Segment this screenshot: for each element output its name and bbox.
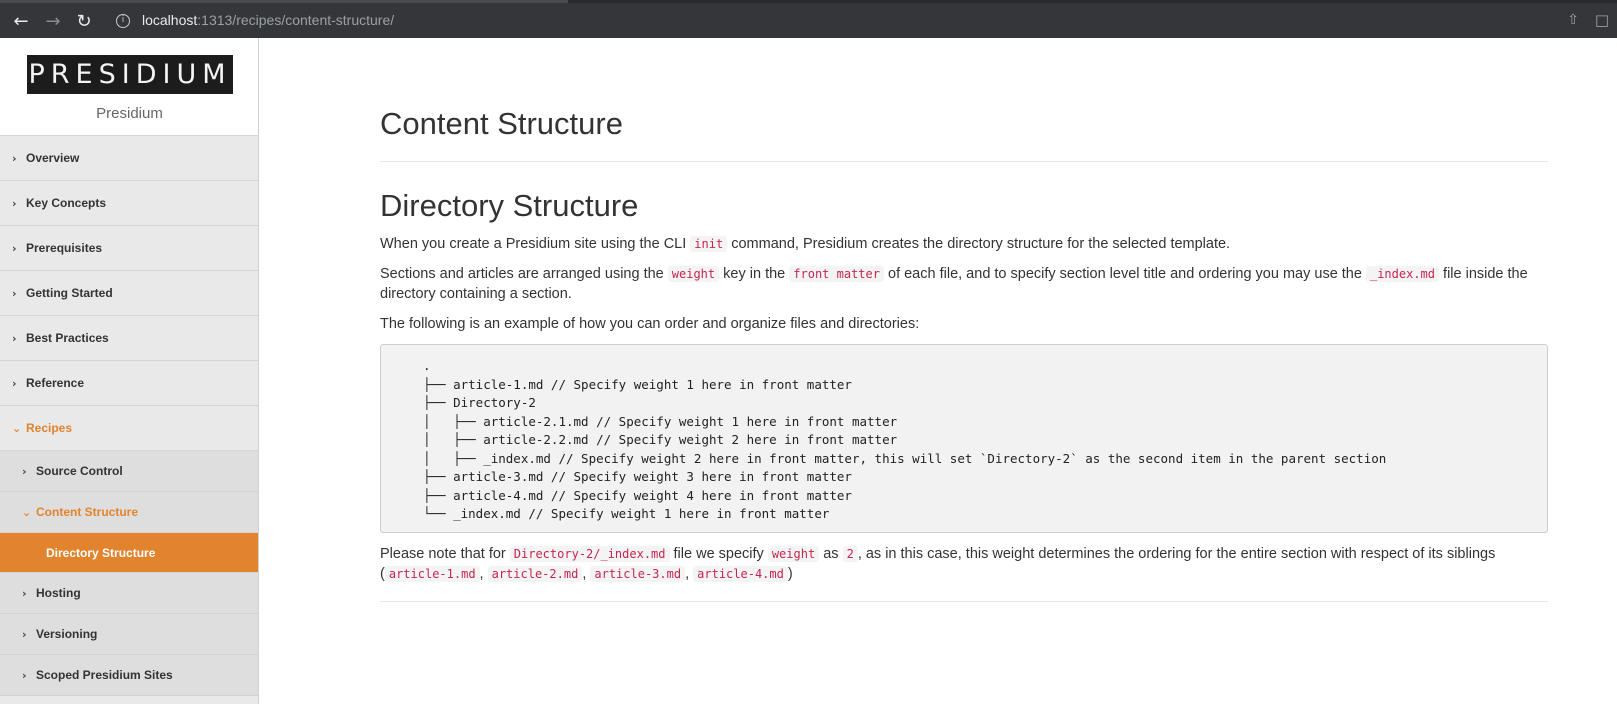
code-line: . <box>423 358 431 373</box>
tab-strip <box>0 0 568 3</box>
inline-code: article-3.md <box>590 566 686 582</box>
text: command, Presidium creates the directory… <box>731 236 1231 252</box>
page-title: Content Structure <box>380 106 623 141</box>
reload-icon[interactable]: ↻ <box>72 10 96 34</box>
presidium-logo[interactable]: PRESIDIUM <box>27 55 233 94</box>
inline-code: article-1.md <box>384 566 480 582</box>
sidebar-item-label: Reference <box>26 376 85 390</box>
sidebar-subitem-content-structure[interactable]: ⌄ Content Structure <box>0 492 258 533</box>
code-line: ├── article-3.md // Specify weight 3 her… <box>423 469 852 484</box>
sidebar: PRESIDIUM Presidium › Overview › Key Conce… <box>0 38 259 704</box>
share-icon[interactable]: ⇧ <box>1567 12 1579 28</box>
code-line: ├── article-1.md // Specify weight 1 her… <box>423 376 852 392</box>
sidebar-item-label: Best Practices <box>26 331 109 345</box>
inline-code: _index.md <box>1365 266 1440 282</box>
sidebar-item-label: Hosting <box>36 586 81 600</box>
sidebar-item-overview[interactable]: › Overview <box>0 136 258 181</box>
forward-icon[interactable]: → <box>41 10 65 34</box>
sidebar-item-label: Key Concepts <box>26 196 107 210</box>
inline-code: init <box>690 236 728 252</box>
text: file we specify <box>673 546 764 562</box>
url-host: localhost <box>142 12 198 28</box>
address-bar[interactable]: localhost:1313/recipes/content-structure… <box>142 12 394 28</box>
paragraph-weight: Sections and articles are arranged using… <box>380 264 1548 304</box>
code-line: └── _index.md // Specify weight 1 here i… <box>423 506 830 521</box>
text: ) <box>787 566 793 582</box>
sidebar-item-label: Source Control <box>36 464 123 478</box>
code-line: ├── Directory-2 <box>423 395 536 410</box>
inline-code: article-2.md <box>487 566 583 582</box>
inline-code: 2 <box>842 546 858 562</box>
sidebar-item-label: Prerequisites <box>26 241 103 255</box>
divider <box>380 601 1548 602</box>
text: key in the <box>723 266 786 282</box>
sidebar-item-label: Content Structure <box>36 505 138 519</box>
sidebar-subitem-source-control[interactable]: › Source Control <box>0 451 258 492</box>
chevron-right-icon: › <box>12 377 17 390</box>
inline-code: weight <box>667 266 720 282</box>
chevron-right-icon: › <box>12 152 17 165</box>
chevron-right-icon: › <box>12 287 17 300</box>
sidebar-item-label: Directory Structure <box>46 546 156 560</box>
text: , <box>582 566 587 582</box>
chevron-down-icon: ⌄ <box>22 506 32 519</box>
text: When you create a Presidium site using t… <box>380 236 687 252</box>
site-name[interactable]: Presidium <box>0 105 258 122</box>
paragraph-example-intro: The following is an example of how you c… <box>380 316 920 332</box>
sidebar-subitem-hosting[interactable]: › Hosting <box>0 573 258 614</box>
chevron-right-icon: › <box>22 587 27 600</box>
sidebar-subitem-versioning[interactable]: › Versioning <box>0 614 258 655</box>
sidebar-subitem-scoped-presidium-sites[interactable]: › Scoped Presidium Sites <box>0 655 258 696</box>
inline-code: article-4.md <box>693 566 788 582</box>
sidebar-item-recipes[interactable]: ⌄ Recipes <box>0 406 258 451</box>
url-path: :1313/recipes/content-structure/ <box>197 12 395 28</box>
inline-code: weight <box>767 546 820 562</box>
text: , <box>479 566 484 582</box>
chevron-right-icon: › <box>22 465 27 478</box>
text: Sections and articles are arranged using… <box>380 266 664 282</box>
text: of each file, and to specify section lev… <box>888 266 1362 282</box>
code-line: ├── article-4.md // Specify weight 4 her… <box>423 487 852 503</box>
extensions-icon[interactable]: □ <box>1595 11 1609 29</box>
code-block: . ├── article-1.md // Specify weight 1 h… <box>380 344 1548 533</box>
chevron-right-icon: › <box>12 242 17 255</box>
brand[interactable]: PRESIDIUM Presidium <box>0 38 258 136</box>
sidebar-leaf-directory-structure[interactable]: Directory Structure <box>0 533 258 573</box>
site-info-icon[interactable]: i <box>116 14 130 28</box>
chevron-right-icon: › <box>12 332 17 345</box>
paragraph-note: Please note that for Directory-2/_index.… <box>380 544 1548 584</box>
chevron-right-icon: › <box>12 197 17 210</box>
sidebar-item-key-concepts[interactable]: › Key Concepts <box>0 181 258 226</box>
sidebar-item-label: Versioning <box>36 627 98 641</box>
code-line: │ ├── article-2.2.md // Specify weight 2… <box>423 432 898 447</box>
inline-code: Directory-2/_index.md <box>509 546 670 562</box>
sidebar-item-best-practices[interactable]: › Best Practices <box>0 316 258 361</box>
sidebar-item-reference[interactable]: › Reference <box>0 361 258 406</box>
sidebar-item-prerequisites[interactable]: › Prerequisites <box>0 226 258 271</box>
inline-code: front matter <box>789 266 884 282</box>
sidebar-item-getting-started[interactable]: › Getting Started <box>0 271 258 316</box>
sidebar-item-label: Overview <box>26 151 80 165</box>
text: , <box>685 566 690 582</box>
section-title: Directory Structure <box>380 188 639 223</box>
divider <box>380 161 1548 162</box>
chevron-right-icon: › <box>22 628 27 641</box>
chevron-right-icon: › <box>22 669 27 682</box>
chevron-down-icon: ⌄ <box>12 422 22 435</box>
text: as <box>823 546 839 562</box>
paragraph-intro: When you create a Presidium site using t… <box>380 234 1548 254</box>
browser-toolbar: ← → ↻ i localhost:1313/recipes/content-s… <box>0 0 1617 38</box>
back-icon[interactable]: ← <box>9 10 33 34</box>
sidebar-item-label: Scoped Presidium Sites <box>36 668 173 682</box>
sidebar-item-label: Recipes <box>26 421 73 435</box>
sidebar-item-label: Getting Started <box>26 286 113 300</box>
text: Please note that for <box>380 546 506 562</box>
code-line: │ ├── _index.md // Specify weight 2 here… <box>423 450 1387 466</box>
code-line: │ ├── article-2.1.md // Specify weight 1… <box>423 413 898 429</box>
